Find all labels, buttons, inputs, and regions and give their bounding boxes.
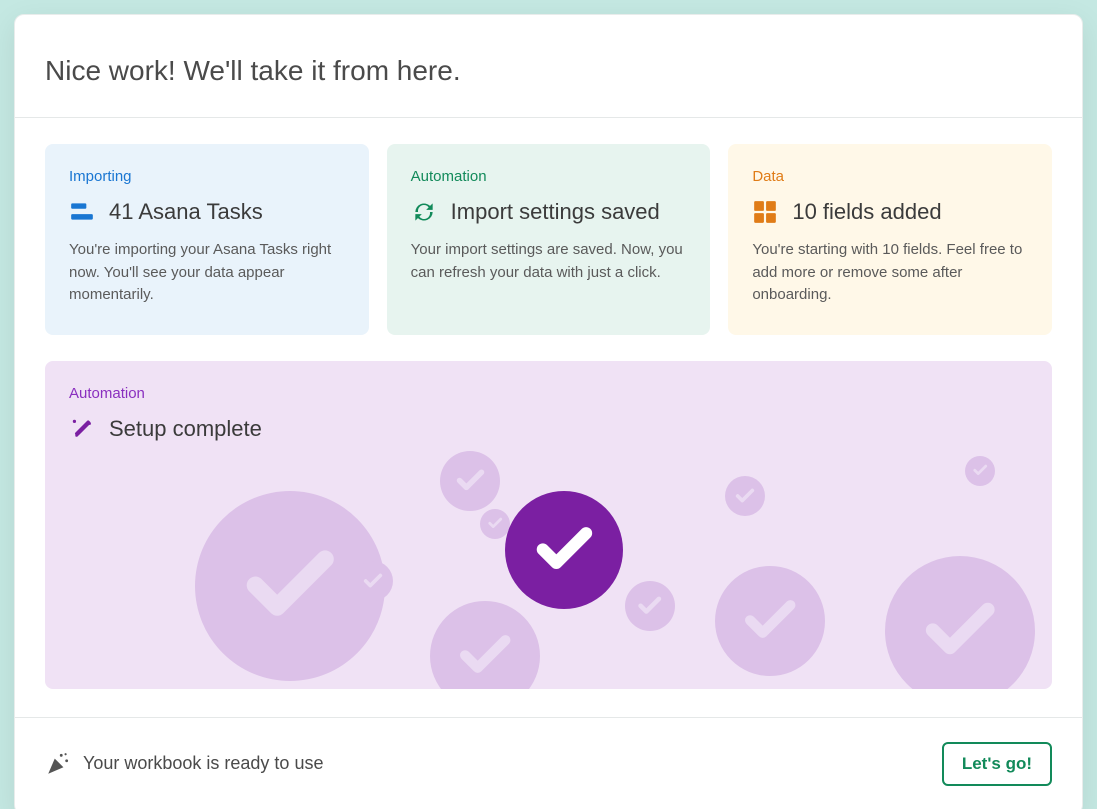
confetti-icon (45, 753, 71, 775)
check-icon (353, 561, 393, 601)
card-data: Data 10 fields added You're starting wit… (728, 144, 1052, 335)
footer-message: Your workbook is ready to use (83, 753, 323, 774)
card-setup-complete: Automation Setup complete (45, 361, 1052, 689)
check-icon (430, 601, 540, 689)
card-automation-desc: Your import settings are saved. Now, you… (411, 239, 687, 284)
summary-cards-row: Importing 41 Asana Tasks You're importin… (15, 118, 1082, 335)
check-icon (885, 556, 1035, 689)
card-importing-desc: You're importing your Asana Tasks right … (69, 239, 345, 307)
refresh-icon (411, 199, 437, 225)
card-automation: Automation Import settings saved Your im… (387, 144, 711, 335)
card-setup-label: Automation (69, 385, 1028, 402)
lets-go-button[interactable]: Let's go! (942, 742, 1052, 786)
card-data-label: Data (752, 168, 1028, 185)
card-importing: Importing 41 Asana Tasks You're importin… (45, 144, 369, 335)
check-icon (715, 566, 825, 676)
check-icon-main (505, 491, 623, 609)
onboarding-complete-modal: Nice work! We'll take it from here. Impo… (14, 14, 1083, 809)
magic-wand-icon (69, 416, 95, 442)
bars-icon (69, 199, 95, 225)
grid-icon (752, 199, 778, 225)
card-importing-title: 41 Asana Tasks (109, 199, 263, 225)
card-setup-title: Setup complete (109, 416, 262, 442)
card-automation-label: Automation (411, 168, 687, 185)
modal-title: Nice work! We'll take it from here. (45, 55, 1052, 87)
check-icon (480, 509, 510, 539)
card-automation-title: Import settings saved (451, 199, 660, 225)
check-icon (965, 456, 995, 486)
card-data-title: 10 fields added (792, 199, 941, 225)
check-icon (725, 476, 765, 516)
modal-footer: Your workbook is ready to use Let's go! (15, 717, 1082, 809)
check-icon (440, 451, 500, 511)
check-icon (625, 581, 675, 631)
modal-header: Nice work! We'll take it from here. (15, 15, 1082, 118)
card-importing-label: Importing (69, 168, 345, 185)
card-data-desc: You're starting with 10 fields. Feel fre… (752, 239, 1028, 307)
